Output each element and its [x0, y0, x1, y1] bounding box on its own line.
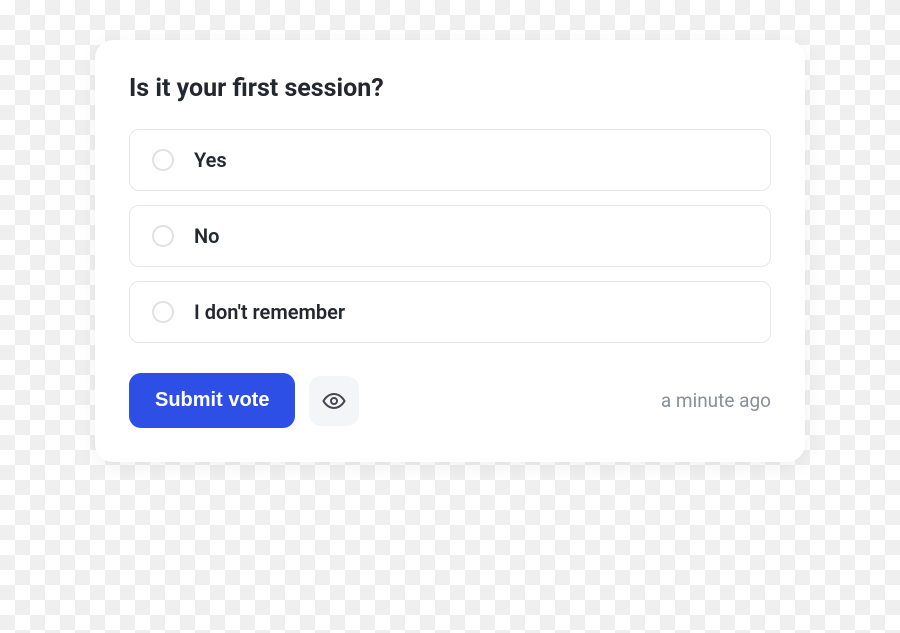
poll-option-label: No [194, 224, 219, 248]
poll-option-no[interactable]: No [129, 205, 771, 267]
poll-question: Is it your first session? [129, 74, 771, 103]
view-results-button[interactable] [309, 376, 359, 426]
radio-icon [152, 149, 174, 171]
poll-options: Yes No I don't remember [129, 129, 771, 343]
submit-vote-button[interactable]: Submit vote [129, 373, 295, 428]
poll-option-dont-remember[interactable]: I don't remember [129, 281, 771, 343]
poll-option-label: Yes [194, 148, 227, 172]
radio-icon [152, 225, 174, 247]
poll-option-label: I don't remember [194, 300, 345, 324]
poll-option-yes[interactable]: Yes [129, 129, 771, 191]
poll-card: Is it your first session? Yes No I don't… [95, 40, 805, 462]
radio-icon [152, 301, 174, 323]
eye-icon [322, 389, 346, 413]
poll-timestamp: a minute ago [661, 389, 771, 412]
poll-footer: Submit vote a minute ago [129, 373, 771, 428]
